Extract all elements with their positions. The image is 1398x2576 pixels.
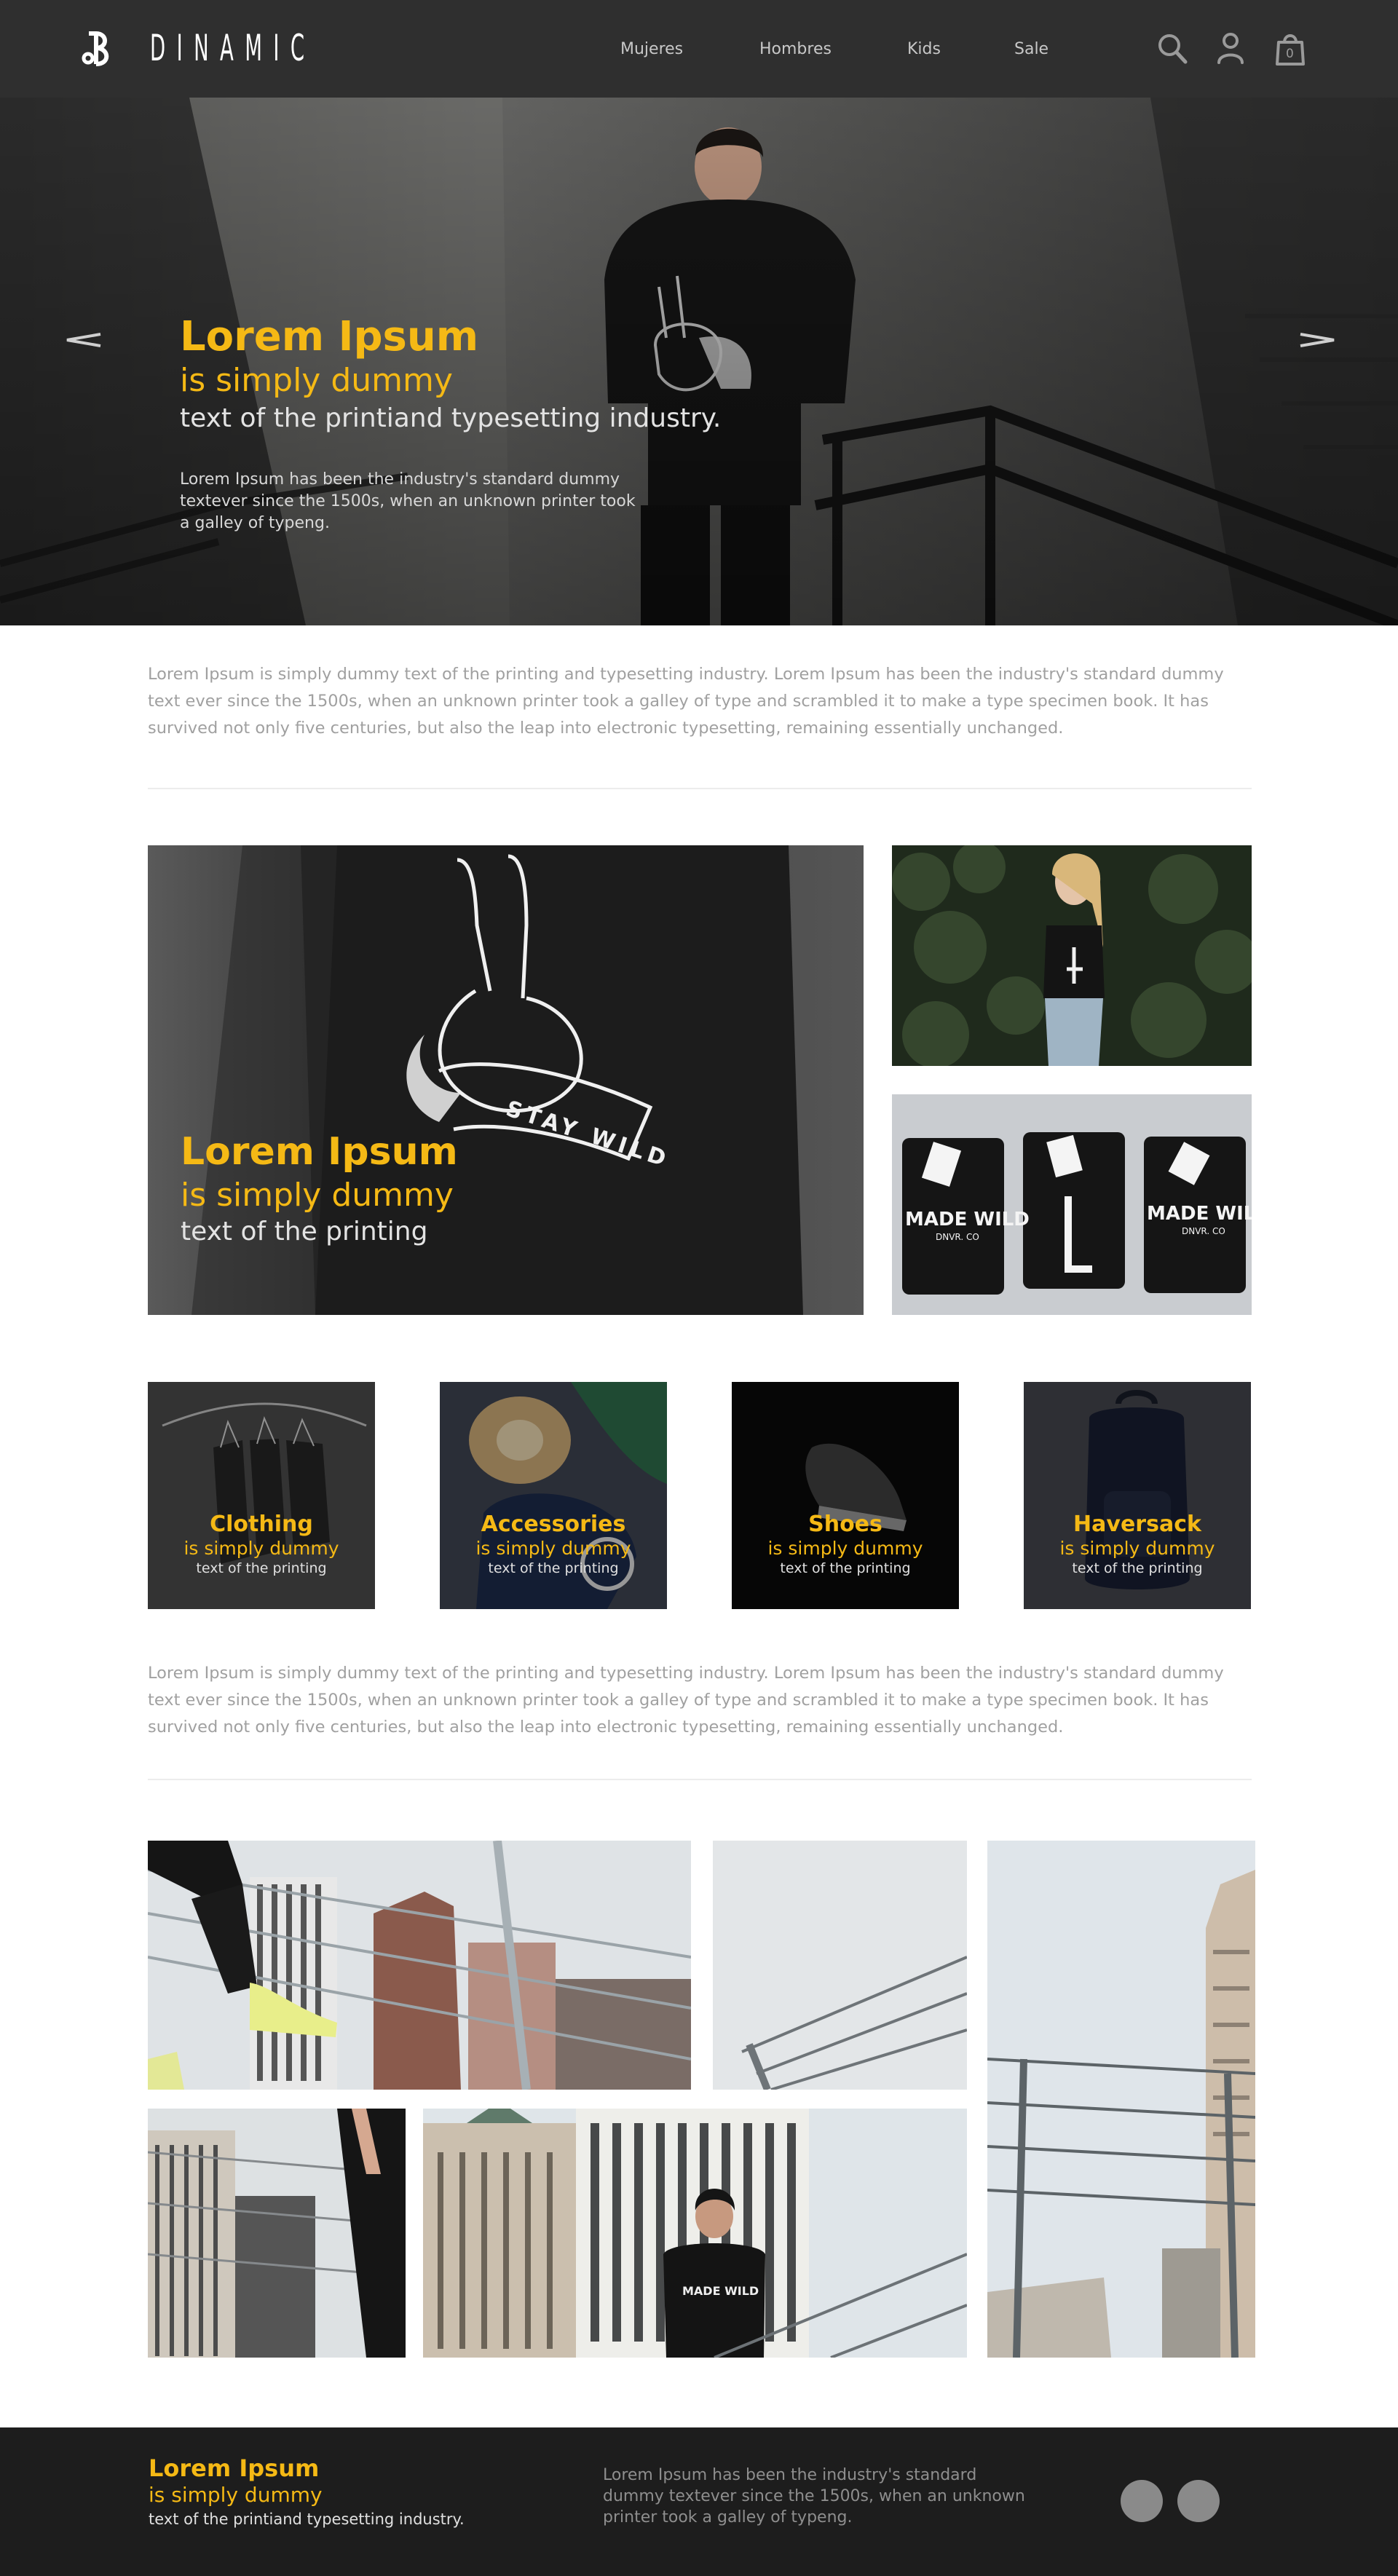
gallery-buildings-legs xyxy=(148,1841,691,2090)
shirt-brand-text: MADE WILD xyxy=(905,1209,1030,1230)
gallery-image-2[interactable] xyxy=(713,1841,967,2090)
nav-link-mujeres[interactable]: Mujeres xyxy=(620,39,683,60)
footer-title: Lorem Ipsum xyxy=(149,2454,320,2482)
category-title: Accessories xyxy=(481,1512,626,1537)
category-tagline: text of the printing xyxy=(196,1560,327,1576)
category-title: Haversack xyxy=(1073,1512,1201,1537)
search-icon[interactable] xyxy=(1155,29,1190,67)
footer-subtitle: is simply dummy xyxy=(149,2483,323,2507)
cart-count: 0 xyxy=(1286,47,1294,61)
shirt-brand-text-2: MADE WILD xyxy=(1147,1203,1252,1225)
gallery-tower xyxy=(987,1841,1255,2358)
gallery-man-tee: MADE WILD xyxy=(423,2109,967,2358)
feature-tile-shirts[interactable]: MADE WILD MADE WILD DNVR. CO DNVR. CO xyxy=(892,1094,1252,1315)
hero-subtitle: is simply dummy xyxy=(180,362,453,399)
gallery-image-1[interactable] xyxy=(148,1841,691,2090)
arrow-right-icon[interactable] xyxy=(1299,332,1337,348)
feature-tile-girl[interactable] xyxy=(892,845,1252,1066)
shirt-sub-text-2: DNVR. CO xyxy=(1182,1226,1225,1236)
social-circle-icon[interactable] xyxy=(1177,2480,1220,2522)
arrow-left-icon[interactable] xyxy=(64,332,102,348)
shirt-sub-text: DNVR. CO xyxy=(936,1232,979,1242)
feature-subtitle: is simply dummy xyxy=(181,1177,454,1214)
hero-body-text: Lorem Ipsum has been the industry's stan… xyxy=(180,470,636,532)
category-tagline: text of the printing xyxy=(780,1560,911,1576)
hero-tagline: text of the printiand typesetting indust… xyxy=(180,403,722,433)
category-haversack[interactable]: Haversack is simply dummy text of the pr… xyxy=(1024,1382,1251,1609)
gallery-image-5[interactable]: MADE WILD xyxy=(423,2109,967,2358)
category-subtitle: is simply dummy xyxy=(475,1538,631,1559)
category-tagline: text of the printing xyxy=(1072,1560,1203,1576)
category-title: Clothing xyxy=(210,1512,313,1537)
gallery-image-3[interactable] xyxy=(987,1841,1255,2358)
category-shoes[interactable]: Shoes is simply dummy text of the printi… xyxy=(732,1382,959,1609)
girl-photo xyxy=(892,845,1252,1066)
section-divider xyxy=(148,1779,1252,1780)
logo-text[interactable]: DINAMIC xyxy=(150,26,316,70)
gallery-legs-buildings xyxy=(148,2109,406,2358)
nav-link-sale[interactable]: Sale xyxy=(1014,39,1048,60)
folded-shirts-photo: MADE WILD MADE WILD DNVR. CO DNVR. CO xyxy=(892,1094,1252,1315)
footer-tagline: text of the printiand typesetting indust… xyxy=(149,2510,465,2528)
category-clothing[interactable]: Clothing is simply dummy text of the pri… xyxy=(148,1382,375,1609)
feature-tagline: text of the printing xyxy=(181,1217,428,1246)
section-divider xyxy=(148,788,1252,789)
nav-link-kids[interactable]: Kids xyxy=(907,39,941,60)
nav-link-hombres[interactable]: Hombres xyxy=(759,39,832,60)
category-subtitle: is simply dummy xyxy=(1059,1538,1215,1559)
category-title: Shoes xyxy=(808,1512,882,1537)
logo-icon[interactable] xyxy=(82,29,119,68)
intro-paragraph: Lorem Ipsum is simply dummy text of the … xyxy=(148,665,1224,738)
social-circle-icon[interactable] xyxy=(1121,2480,1163,2522)
site-header: DINAMIC Mujeres Hombres Kids Sale 0 xyxy=(0,0,1398,98)
category-subtitle: is simply dummy xyxy=(183,1538,339,1559)
feature-title: Lorem Ipsum xyxy=(181,1130,458,1174)
footer-body-text: Lorem Ipsum has been the industry's stan… xyxy=(603,2466,1025,2526)
hero-title: Lorem Ipsum xyxy=(180,313,479,360)
tee-text: MADE WILD xyxy=(682,2284,759,2298)
secondary-paragraph: Lorem Ipsum is simply dummy text of the … xyxy=(148,1664,1224,1737)
category-tagline: text of the printing xyxy=(488,1560,619,1576)
gallery-image-4[interactable] xyxy=(148,2109,406,2358)
category-accessories[interactable]: Accessories is simply dummy text of the … xyxy=(440,1382,667,1609)
category-subtitle: is simply dummy xyxy=(767,1538,923,1559)
user-icon[interactable] xyxy=(1213,29,1248,67)
feature-tile-large[interactable]: STAY WILD Lorem Ipsum is simply dummy te… xyxy=(148,845,864,1315)
gallery-railing xyxy=(713,1841,967,2090)
shopping-bag-icon[interactable]: 0 xyxy=(1273,29,1308,67)
